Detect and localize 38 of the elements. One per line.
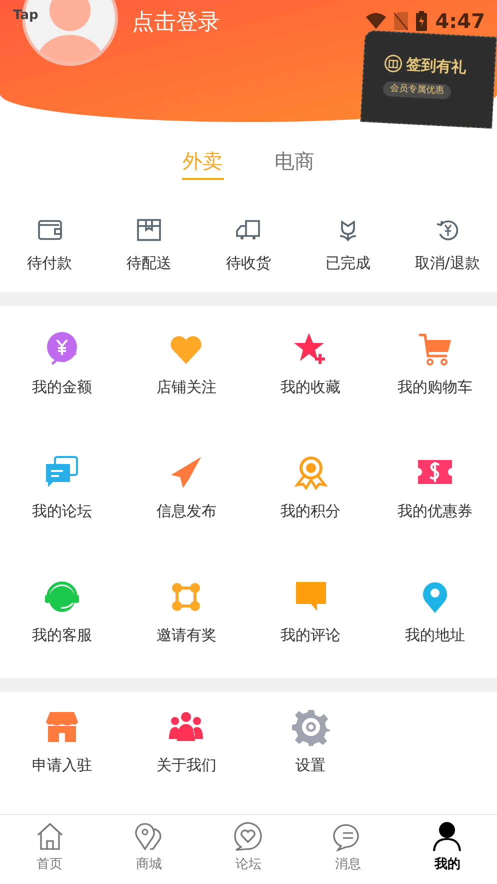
menu-item[interactable]: 我的论坛 xyxy=(32,500,92,522)
order-status-link[interactable]: 待付款 xyxy=(27,252,72,274)
order-status-link[interactable]: 待配送 xyxy=(126,252,172,274)
menu-item[interactable]: 我的地址 xyxy=(404,624,465,646)
menu-item[interactable]: 店铺关注 xyxy=(156,376,216,398)
nav-tab[interactable]: 消息 xyxy=(298,815,398,884)
menu-item[interactable]: 关于我们 xyxy=(156,754,216,776)
order-status-link[interactable]: 取消/退款 xyxy=(414,252,480,274)
checkin-card[interactable]: 签到有礼 会员专属优惠 xyxy=(360,30,497,129)
menu-item[interactable]: 我的金额 xyxy=(32,376,92,398)
order-status-link[interactable]: 已完成 xyxy=(325,252,370,274)
order-status-link[interactable]: 待收货 xyxy=(226,252,271,274)
battery-icon xyxy=(416,11,428,31)
menu-item[interactable]: 我的积分 xyxy=(280,500,341,522)
menu-item[interactable]: 我的购物车 xyxy=(397,376,472,398)
menu-item[interactable]: 我的评论 xyxy=(280,624,341,646)
nav-tab[interactable]: 首页 xyxy=(0,815,100,884)
settings-icon xyxy=(292,708,330,746)
menu-item[interactable]: 邀请有奖 xyxy=(156,624,216,646)
menu-item[interactable]: 信息发布 xyxy=(156,500,216,522)
menu-item[interactable]: 我的客服 xyxy=(32,624,92,646)
heart-bubble-icon xyxy=(233,821,264,853)
nav-tab[interactable]: 我的 xyxy=(398,815,497,884)
member-badge: 会员专属优惠 xyxy=(382,80,452,100)
menu-item[interactable]: 我的优惠券 xyxy=(397,500,472,522)
no-sim-icon xyxy=(394,12,408,30)
gift-icon xyxy=(384,54,403,74)
category-tab[interactable]: 电商 xyxy=(274,144,316,180)
wifi-icon xyxy=(366,13,386,29)
person-icon xyxy=(432,821,462,853)
menu-item[interactable]: 申请入驻 xyxy=(32,754,92,776)
nav-tab[interactable]: 论坛 xyxy=(198,815,298,884)
medal-icon xyxy=(292,454,330,492)
menu-item[interactable]: 我的收藏 xyxy=(280,376,341,398)
checkin-title: 签到有礼 xyxy=(406,54,467,78)
menu-item[interactable]: 设置 xyxy=(296,754,326,776)
home-icon xyxy=(34,821,65,853)
nav-tab[interactable]: 商城 xyxy=(99,815,199,884)
